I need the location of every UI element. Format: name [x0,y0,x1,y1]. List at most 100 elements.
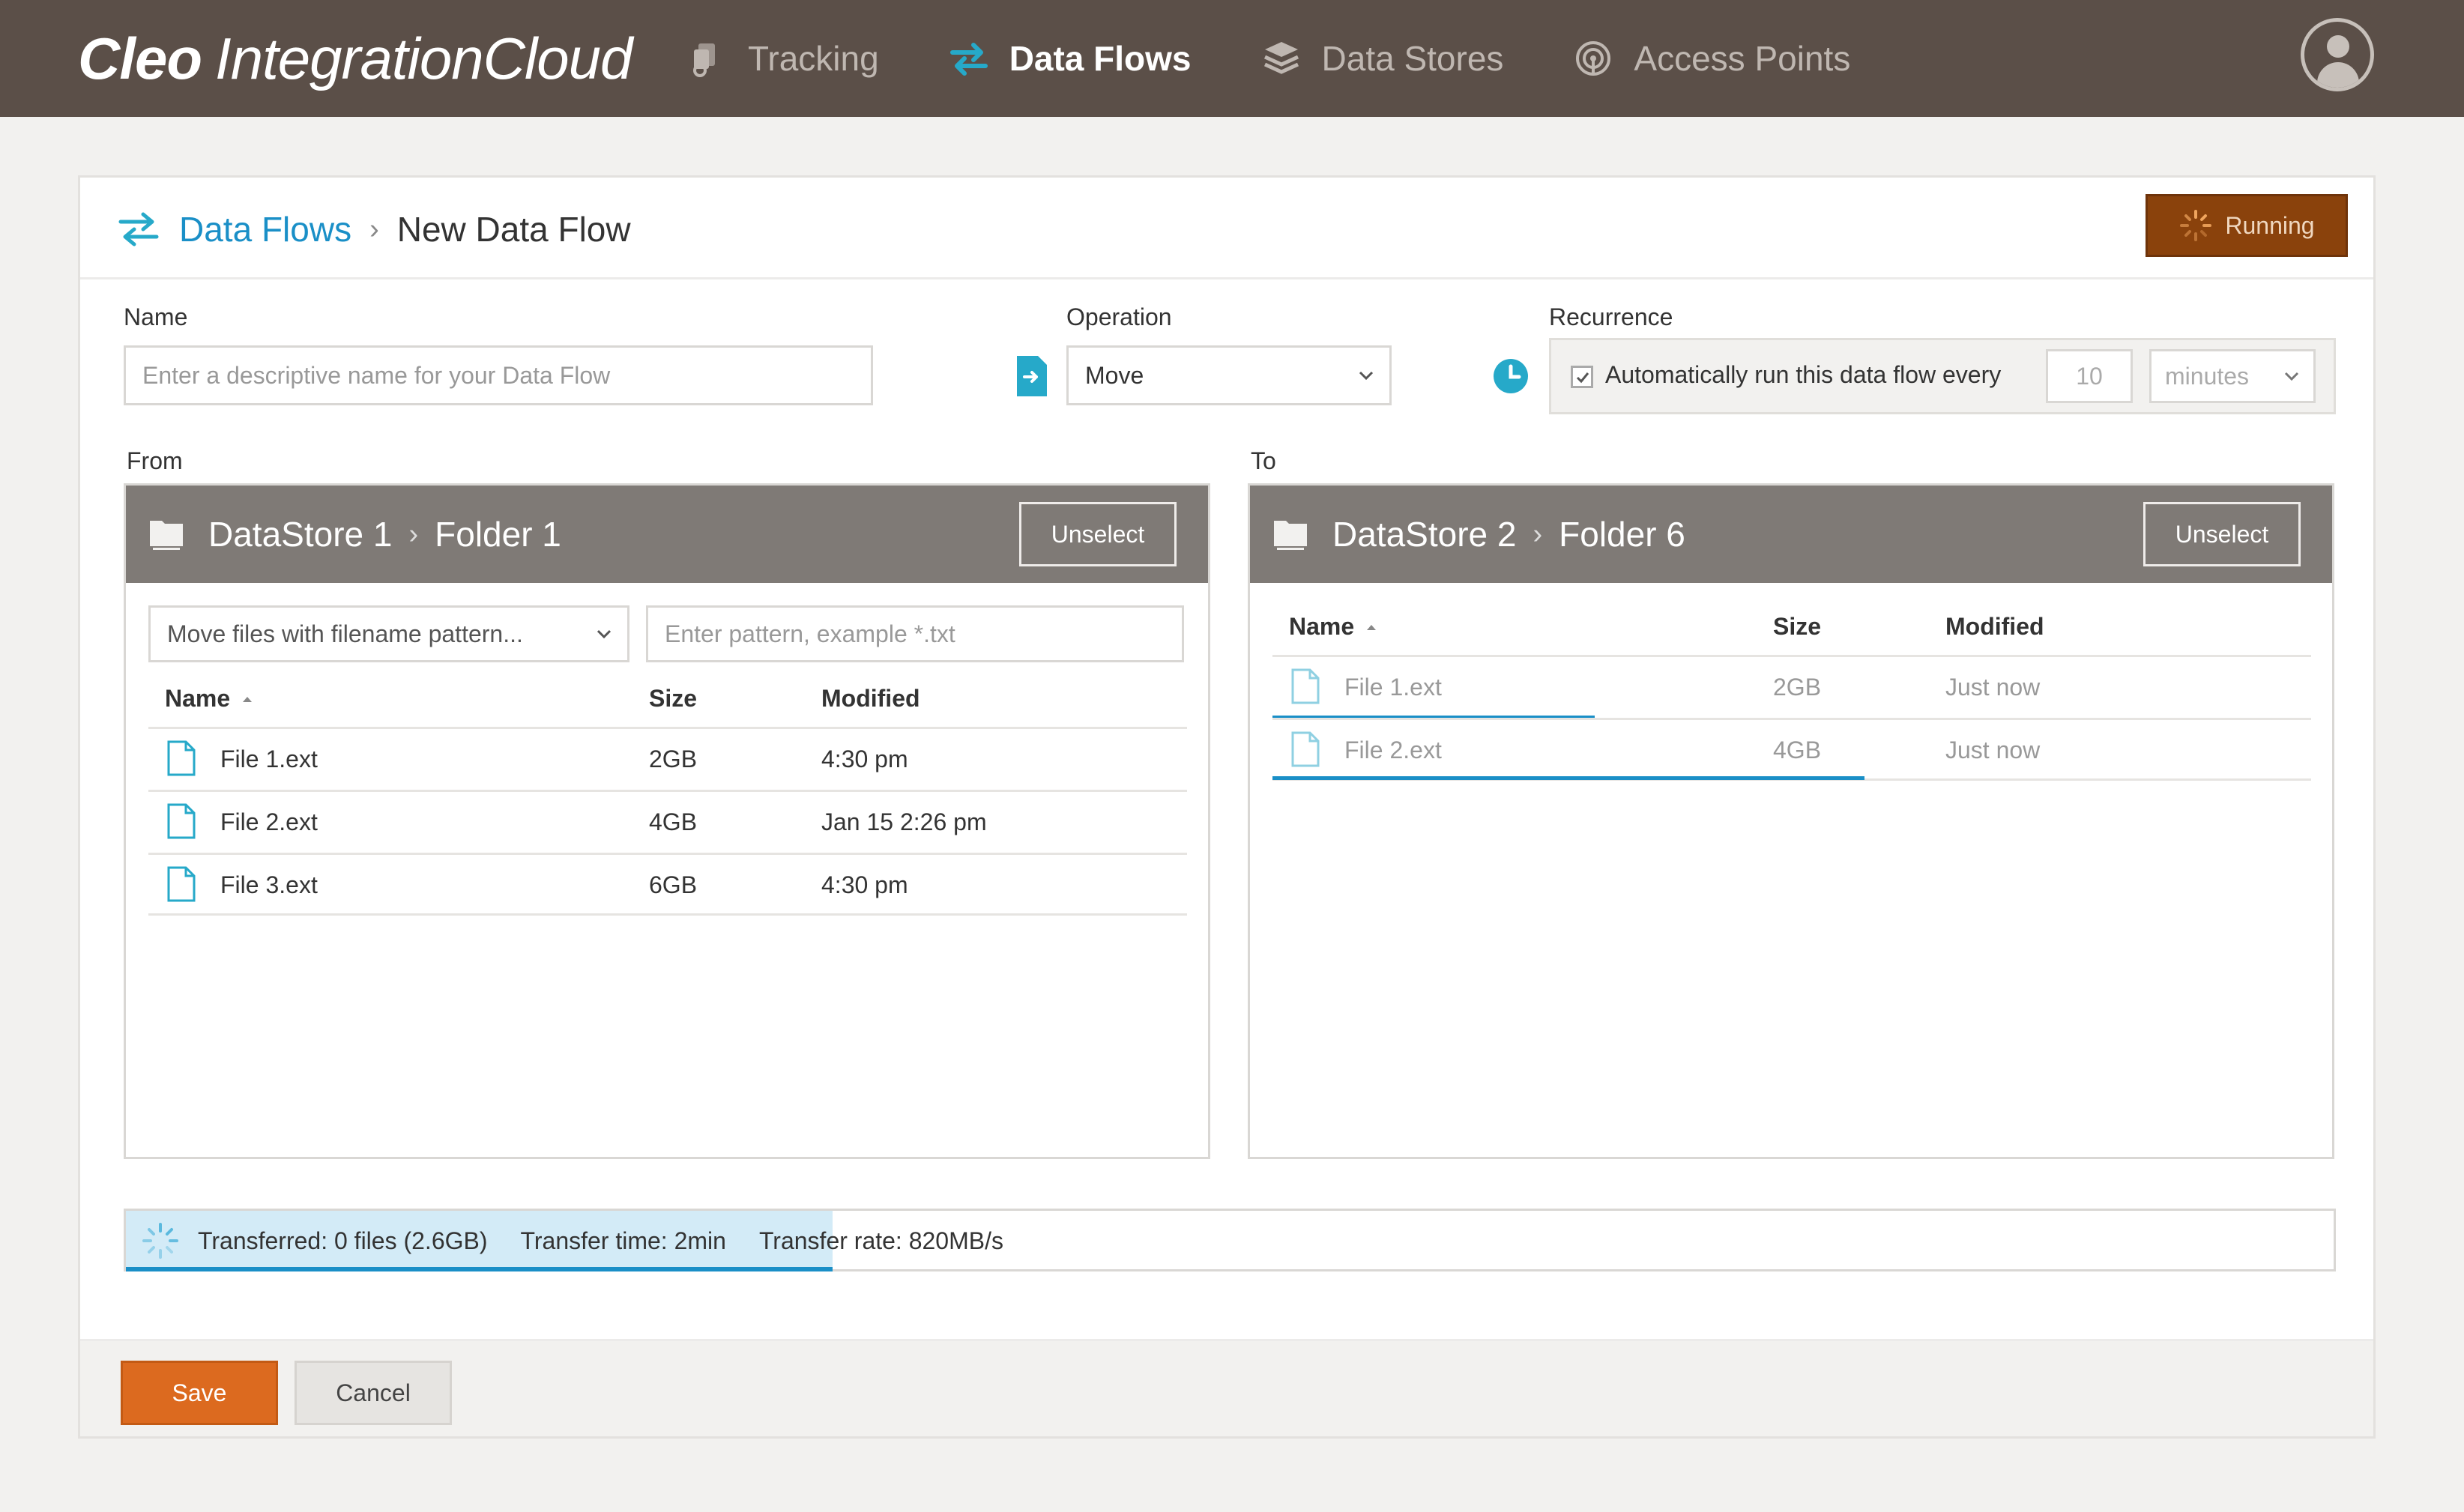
running-status-button[interactable]: Running [2146,194,2348,257]
user-avatar[interactable] [2301,18,2374,91]
operation-label: Operation [1066,303,1172,330]
file-icon [1291,668,1320,704]
table-row[interactable]: File 1.ext 2GB Just now [1272,655,2311,719]
file-name: File 1.ext [1344,674,1442,701]
to-folder-name[interactable]: Folder 6 [1559,514,1685,554]
table-row[interactable]: File 2.ext 4GB Just now [1272,718,2311,781]
file-size: 4GB [649,808,698,835]
nav-item-tracking[interactable]: Tracking [688,22,879,94]
top-navigation-bar: Cleo IntegrationCloud Tracking Data Flows [0,0,2464,117]
recurrence-unit-select[interactable]: minutes [2149,349,2316,403]
name-input-placeholder: Enter a descriptive name for your Data F… [142,361,611,389]
datastore-folder-icon [150,521,183,550]
clock-icon [1494,359,1528,393]
card-footer: Save Cancel [80,1339,2373,1436]
from-path: DataStore 1 › Folder 1 [148,508,561,560]
path-separator: › [408,518,419,550]
transfer-rate: Transfer rate: 820MB/s [758,1227,1003,1254]
avatar-body [2317,62,2359,88]
transferred-count: Transferred: 0 files (2.6GB) [198,1227,488,1254]
data-flows-icon [949,43,988,76]
recurrence-unit-value: minutes [2165,362,2250,390]
transfer-status-bar: Transferred: 0 files (2.6GB) Transfer ti… [124,1209,2336,1271]
file-name: File 3.ext [220,871,318,898]
access-points-icon [1576,41,1611,76]
tracking-icon [693,43,715,77]
chevron-down-icon [1359,371,1374,381]
table-row[interactable]: File 2.ext 4GB Jan 15 2:26 pm [148,790,1187,853]
transfer-time: Transfer time: 2min [520,1227,726,1254]
breadcrumb-separator: › [369,213,379,245]
table-row[interactable]: File 3.ext 6GB 4:30 pm [148,853,1187,916]
pattern-input[interactable]: Enter pattern, example *.txt [646,605,1184,662]
from-unselect-button[interactable]: Unselect [1019,502,1177,566]
column-header-modified[interactable]: Modified [821,685,920,713]
nav-item-label: Data Flows [1009,39,1192,78]
from-folder-name[interactable]: Folder 1 [435,514,561,554]
table-row[interactable]: File 1.ext 2GB 4:30 pm [148,727,1187,790]
file-modified: Just now [1945,737,2041,763]
recurrence-checkbox[interactable] [1571,366,1593,388]
nav-item-data-flows[interactable]: Data Flows [949,22,1192,94]
file-icon [167,866,196,902]
filename-pattern-select[interactable]: Move files with filename pattern... [148,605,629,662]
breadcrumb-data-flows-link[interactable]: Data Flows [179,209,351,250]
from-datastore-name[interactable]: DataStore 1 [208,514,392,554]
operation-select[interactable]: Move [1066,345,1392,405]
recurrence-text: Automatically run this data flow every [1605,361,2002,388]
save-button[interactable]: Save [121,1361,278,1425]
to-label: To [1251,447,1276,474]
nav-item-data-stores[interactable]: Data Stores [1262,22,1504,94]
card-header: Data Flows › New Data Flow Running [80,178,2373,279]
from-label: From [127,447,183,474]
column-header-name[interactable]: Name [165,685,254,713]
column-header-label: Name [165,685,231,712]
to-panel-header: DataStore 2 › Folder 6 Unselect [1250,486,2332,583]
file-modified: Just now [1945,674,2041,701]
recurrence-label: Recurrence [1549,303,1673,330]
nav-item-access-points[interactable]: Access Points [1574,22,1850,94]
chevron-down-icon [597,629,612,639]
spinner-icon [2180,210,2212,241]
file-size: 6GB [649,871,698,898]
file-size: 2GB [649,746,698,772]
spinner-icon [142,1223,178,1259]
recurrence-interval-value: 10 [2076,362,2103,390]
operation-value: Move [1085,361,1144,389]
path-separator: › [1533,518,1543,550]
file-size: 2GB [1773,674,1822,701]
file-name: File 2.ext [220,808,318,835]
to-datastore-name[interactable]: DataStore 2 [1332,514,1516,554]
main-nav: Tracking Data Flows Data Stores Access P… [688,22,1921,94]
column-header-size[interactable]: Size [1773,613,1821,641]
to-path: DataStore 2 › Folder 6 [1272,508,1685,560]
running-label: Running [2225,211,2315,239]
sort-ascending-icon [243,696,253,702]
operation-file-icon [1017,356,1047,396]
pattern-input-placeholder: Enter pattern, example *.txt [665,620,955,647]
to-panel: DataStore 2 › Folder 6 Unselect Name Siz… [1248,483,2334,1159]
transfer-stats: Transferred: 0 files (2.6GB) Transfer ti… [141,1220,1036,1262]
name-input[interactable]: Enter a descriptive name for your Data F… [124,345,873,405]
column-header-size[interactable]: Size [649,685,697,713]
column-header-name[interactable]: Name [1289,613,1378,641]
app-logo[interactable]: Cleo IntegrationCloud [78,22,632,94]
recurrence-interval-input[interactable]: 10 [2046,349,2133,403]
transfer-progress-line [126,1267,833,1271]
recurrence-box: Automatically run this data flow every 1… [1549,338,2336,414]
to-unselect-button[interactable]: Unselect [2143,502,2301,566]
file-modified: 4:30 pm [821,746,908,772]
breadcrumb-current: New Data Flow [396,210,631,249]
from-panel-header: DataStore 1 › Folder 1 Unselect [126,486,1208,583]
cancel-button[interactable]: Cancel [295,1361,452,1425]
file-modified: 4:30 pm [821,871,908,898]
breadcrumb: Data Flows › New Data Flow [118,203,631,255]
from-panel: DataStore 1 › Folder 1 Unselect Move fil… [124,483,1210,1159]
file-icon [1291,731,1320,767]
column-header-modified[interactable]: Modified [1945,613,2044,641]
column-header-label: Name [1289,613,1355,640]
data-stores-icon [1263,42,1299,74]
nav-item-label: Data Stores [1321,39,1504,78]
checkmark-icon [1576,372,1589,384]
file-icon [167,803,196,839]
